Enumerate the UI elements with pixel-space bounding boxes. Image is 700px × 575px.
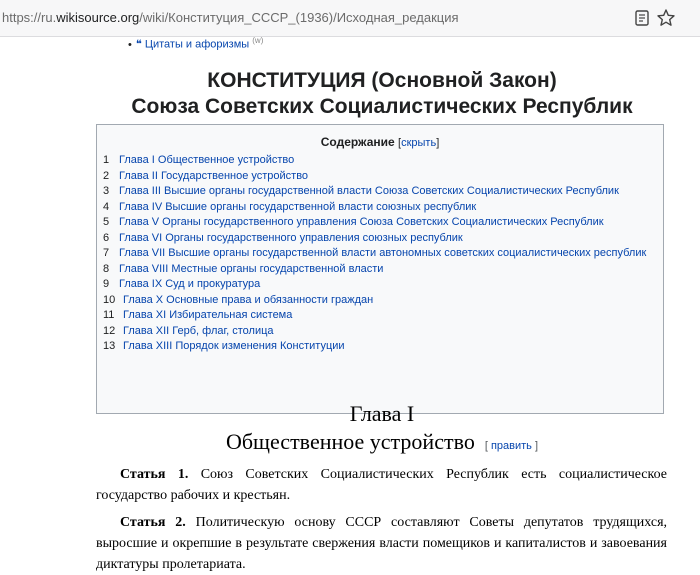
chapter-title: Общественное устройство [225,429,475,454]
table-of-contents: Содержание [скрыть] 1 Глава I Общественно… [96,124,664,414]
toc-item[interactable]: 11 Глава XI Избирательная система [103,308,653,324]
toc-item-link[interactable]: Глава II Государственное устройство [119,169,653,185]
toc-item[interactable]: 6 Глава VI Органы государственного управл… [103,231,653,247]
toc-item[interactable]: 10 Глава X Основные права и обязанности г… [103,293,653,309]
toc-item[interactable]: 8 Глава VIII Местные органы государственн… [103,262,653,278]
prev-item-link[interactable]: Цитаты и афоризмы [145,39,249,51]
toc-item-link[interactable]: Глава V Органы государственного управлен… [119,215,653,231]
toc-item-number: 6 [103,231,110,244]
toc-item-number: 12 [103,324,116,337]
toc-item-number: 3 [103,185,110,197]
article-1: Статья 1. Союз Советских Социалистически… [96,464,667,506]
toc-item-link[interactable]: Глава I Общественное устройство [119,153,653,169]
article-label: Статья 1. [120,467,189,482]
external-link-icon: (w) [252,36,264,45]
toc-item[interactable]: 13 Глава XIII Порядок изменения Конституц… [103,339,653,355]
browser-address-bar: https://ru.wikisource.org/wiki/Конституц… [0,0,700,37]
url-field[interactable]: https://ru.wikisource.org/wiki/Конституц… [2,10,459,25]
toc-item-number: 4 [103,200,110,213]
chapter-number: Глава I [349,401,415,426]
toc-item-link[interactable]: Глава XII Герб, флаг, столица [123,324,653,340]
bullet: • [128,38,132,51]
toc-item[interactable]: 9 Глава IX Суд и прокуратура [103,277,653,293]
toc-item-link[interactable]: Глава IV Высшие органы государственной в… [119,200,653,216]
toc-item-number: 2 [103,169,110,182]
toc-item[interactable]: 4 Глава IV Высшие органы государственной … [103,200,653,216]
toc-toggle[interactable]: [скрыть] [398,137,439,149]
title-line-1: КОНСТИТУЦИЯ (Основной Закон) [207,69,557,92]
toc-item-link[interactable]: Глава XIII Порядок изменения Конституции [123,339,653,355]
toc-item-link[interactable]: Глава IX Суд и прокуратура [119,277,653,293]
chapter-heading: Глава I Общественное устройство [ править… [0,400,700,460]
toc-item-number: 1 [103,154,110,166]
edit-link[interactable]: править [491,440,532,452]
toc-item[interactable]: 5 Глава V Органы государственного управле… [103,215,653,231]
list-item[interactable]: • ❝ Цитаты и афоризмы (w) [128,36,263,51]
toc-item-number: 8 [103,262,110,275]
toc-toggle-link[interactable]: скрыть [401,137,436,149]
toc-item-number: 13 [103,340,116,352]
toc-item-link[interactable]: Глава III Высшие органы государственной … [119,184,653,200]
toc-heading: Содержание [скрыть] [97,135,663,149]
toc-item[interactable]: 12 Глава XII Герб, флаг, столица [103,324,653,340]
url-path: /wiki/Конституция_СССР_(1936)/Исходная_р… [139,10,459,25]
toc-item[interactable]: 2 Глава II Государственное устройство [103,169,653,185]
bookmark-star-icon[interactable] [656,8,676,28]
toc-item-link[interactable]: Глава XI Избирательная система [123,308,653,324]
toc-item-number: 9 [103,278,110,290]
title-line-2: Союза Советских Социалистических Республ… [131,95,633,118]
toc-item[interactable]: 1 Глава I Общественное устройство [103,153,653,169]
toc-item-link[interactable]: Глава VII Высшие органы государственной … [119,246,653,262]
toc-item-number: 5 [103,216,110,228]
article-label: Статья 2. [120,515,186,530]
toc-item-link[interactable]: Глава VI Органы государственного управле… [119,231,653,247]
toc-item-link[interactable]: Глава VIII Местные органы государственно… [119,262,653,278]
toc-item-link[interactable]: Глава X Основные права и обязанности гра… [123,293,653,309]
toc-item-number: 11 [103,309,115,321]
edit-section[interactable]: [ править ] [485,440,538,452]
reader-view-icon[interactable] [633,9,651,27]
page-title: КОНСТИТУЦИЯ (Основной Закон) Союза Совет… [0,68,700,120]
quote-icon: ❝ [135,38,142,51]
toc-item[interactable]: 3 Глава III Высшие органы государственной… [103,184,653,200]
toc-item-number: 10 [103,293,116,306]
chapter-title-row: Общественное устройство [ править ] [0,428,700,460]
toc-item[interactable]: 7 Глава VII Высшие органы государственной… [103,246,653,262]
toc-item-number: 7 [103,247,110,259]
url-prefix: https://ru. [2,10,57,25]
article-2: Статья 2. Политическую основу СССР соста… [96,512,667,575]
toc-list: 1 Глава I Общественное устройство 2 Глава I… [103,153,653,355]
url-domain: wikisource.org [56,10,140,25]
toc-heading-label: Содержание [320,135,395,149]
